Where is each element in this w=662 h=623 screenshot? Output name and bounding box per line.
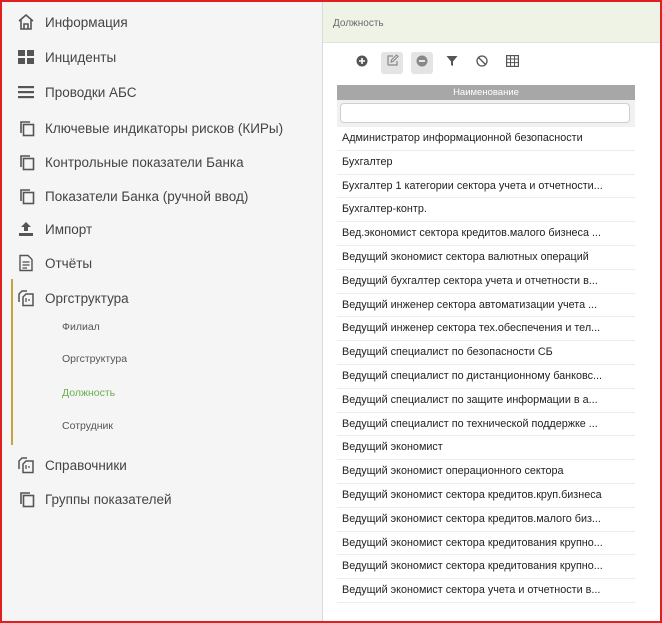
table-row[interactable]: Ведущий экономист сектора валютных опера… (337, 246, 635, 270)
edit-icon (386, 54, 399, 72)
subitem-position[interactable]: Должность (62, 384, 115, 402)
table-row[interactable]: Ведущий экономист сектора учета и отчетн… (337, 579, 635, 603)
table-row[interactable]: Ведущий экономист сектора кредитования к… (337, 532, 635, 556)
sidebar-item-label: Информация (45, 14, 128, 30)
name-filter-input[interactable] (340, 103, 630, 123)
table-row[interactable]: Бухгалтер (337, 151, 635, 175)
table-icon (505, 54, 519, 72)
sidebar-item-info[interactable]: Информация (16, 10, 128, 34)
home-icon (16, 12, 36, 32)
table-row[interactable]: Бухгалтер 1 категории сектора учета и от… (337, 175, 635, 199)
upload-icon (16, 219, 36, 239)
subitem-employee[interactable]: Сотрудник (62, 417, 113, 435)
filter-row (337, 100, 635, 127)
sidebar-item-bank-control[interactable]: Контрольные показатели Банка (16, 150, 244, 174)
sidebar-item-label: Инциденты (45, 49, 117, 65)
sidebar-item-import[interactable]: Импорт (16, 217, 92, 241)
org-copy-icon (16, 288, 36, 308)
copy-icon (16, 152, 36, 172)
table-row[interactable]: Ведущий специалист по защите информации … (337, 389, 635, 413)
positions-grid: Наименование Администратор информационно… (337, 85, 635, 603)
org-copy-icon (16, 455, 36, 475)
table-row[interactable]: Ведущий специалист по технической поддер… (337, 413, 635, 437)
copy-icon (16, 186, 36, 206)
table-row[interactable]: Ведущий специалист по безопасности СБ (337, 341, 635, 365)
table-row[interactable]: Ведущий экономист сектора кредитования к… (337, 555, 635, 580)
add-button[interactable] (351, 52, 373, 74)
table-row[interactable]: Ведущий инженер сектора тех.обеспечения … (337, 317, 635, 342)
panel-title: Должность (333, 18, 384, 29)
table-row[interactable]: Ведущий экономист операционного сектора (337, 460, 635, 484)
copy-icon (16, 118, 36, 138)
subitem-org-structure[interactable]: Оргструктура (62, 350, 127, 368)
sidebar-item-label: Ключевые индикаторы рисков (КИРы) (45, 120, 284, 136)
sidebar-item-label: Группы показателей (45, 491, 172, 507)
toolbar (351, 52, 531, 74)
sidebar-item-abs-postings[interactable]: Проводки АБС (16, 80, 137, 104)
sidebar-item-label: Отчёты (45, 255, 93, 271)
table-row[interactable]: Ведущий инженер сектора автоматизации уч… (337, 294, 635, 318)
document-icon (16, 253, 36, 273)
sidebar-item-label: Проводки АБС (45, 84, 137, 100)
table-row[interactable]: Ведущий экономист (337, 436, 635, 461)
sidebar-item-indicator-groups[interactable]: Группы показателей (16, 487, 172, 511)
sidebar: Информация Инциденты Проводки АБС Ключев… (2, 2, 323, 621)
table-row[interactable]: Администратор информационной безопасност… (337, 127, 635, 151)
sidebar-item-label: Оргструктура (45, 290, 129, 306)
table-row[interactable]: Ведущий специалист по дистанционному бан… (337, 365, 635, 389)
sidebar-item-label: Импорт (45, 221, 93, 237)
filter-button[interactable] (441, 52, 463, 74)
column-header-name[interactable]: Наименование (337, 85, 635, 100)
sidebar-item-label: Контрольные показатели Банка (45, 154, 244, 170)
sidebar-item-bank-manual[interactable]: Показатели Банка (ручной ввод) (16, 184, 248, 208)
cancel-icon (476, 54, 488, 72)
app-window: Информация Инциденты Проводки АБС Ключев… (0, 0, 662, 623)
table-row[interactable]: Ведущий экономист сектора кредитов.круп.… (337, 484, 635, 508)
sidebar-item-incidents[interactable]: Инциденты (16, 45, 116, 69)
table-row[interactable]: Ведущий бухгалтер сектора учета и отчетн… (337, 270, 635, 294)
grid-rows: Администратор информационной безопасност… (337, 127, 635, 603)
edit-button[interactable] (381, 52, 403, 74)
remove-button[interactable] (411, 52, 433, 74)
table-settings-button[interactable] (501, 52, 523, 74)
sidebar-item-reports[interactable]: Отчёты (16, 251, 92, 275)
subitem-branch[interactable]: Филиал (62, 318, 100, 336)
remove-icon (416, 54, 428, 72)
add-icon (356, 54, 368, 72)
filter-icon (446, 54, 458, 72)
sidebar-item-org-structure[interactable]: Оргструктура (16, 286, 129, 310)
panel-header: Должность (323, 2, 660, 43)
sidebar-item-label: Справочники (45, 457, 127, 473)
table-row[interactable]: Ведущий экономист сектора кредитов.малог… (337, 508, 635, 532)
active-group-bar (11, 279, 13, 445)
sidebar-item-label: Показатели Банка (ручной ввод) (45, 188, 249, 204)
sidebar-item-directories[interactable]: Справочники (16, 453, 127, 477)
table-row[interactable]: Вед.экономист сектора кредитов.малого би… (337, 222, 635, 246)
sidebar-item-kri[interactable]: Ключевые индикаторы рисков (КИРы) (16, 116, 283, 140)
copy-icon (16, 489, 36, 509)
grid-icon (16, 47, 36, 67)
main-panel: Должность Наименование Администратор инф… (323, 2, 660, 621)
menu-lines-icon (16, 82, 36, 102)
table-row[interactable]: Бухгалтер-контр. (337, 198, 635, 223)
cancel-button[interactable] (471, 52, 493, 74)
